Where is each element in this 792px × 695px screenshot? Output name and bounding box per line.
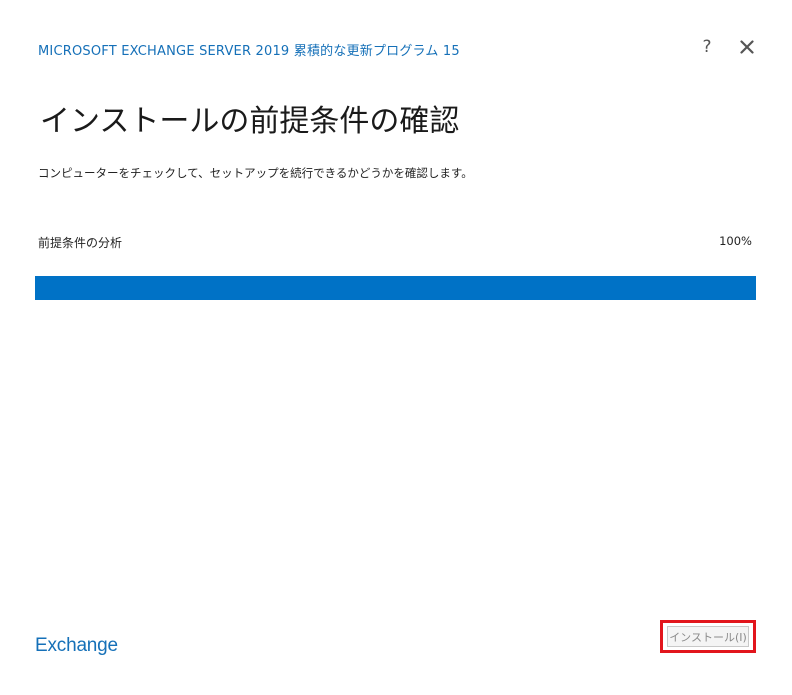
install-button-highlight: インストール(I) [660, 620, 756, 653]
page-description: コンピューターをチェックして、セットアップを続行できるかどうかを確認します。 [38, 166, 473, 180]
question-mark-icon: ? [702, 37, 712, 57]
exchange-logo-text: Exchange [35, 635, 118, 656]
install-button[interactable]: インストール(I) [667, 626, 749, 647]
progress-label: 前提条件の分析 [38, 236, 123, 250]
progress-percent: 100% [719, 234, 752, 248]
title-controls: ? [696, 36, 758, 58]
close-button[interactable] [736, 36, 758, 58]
setup-window: MICROSOFT EXCHANGE SERVER 2019 累積的な更新プログ… [0, 0, 792, 695]
page-title: インストールの前提条件の確認 [40, 104, 460, 139]
app-title: MICROSOFT EXCHANGE SERVER 2019 累積的な更新プログ… [38, 44, 460, 59]
close-x-icon [740, 40, 754, 54]
progress-bar [35, 276, 756, 300]
progress-bar-fill [35, 276, 756, 300]
help-button[interactable]: ? [696, 36, 718, 58]
